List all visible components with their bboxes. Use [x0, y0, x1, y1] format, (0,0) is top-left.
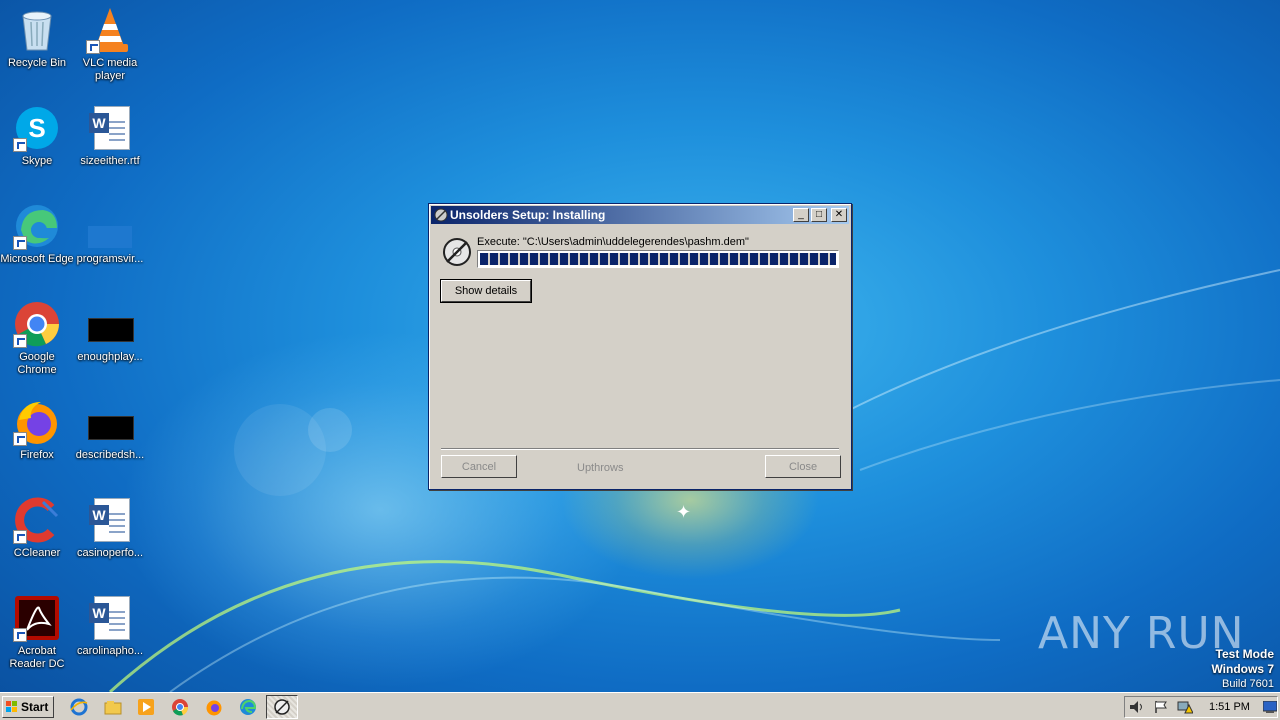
- show-details-button[interactable]: Show details: [440, 279, 532, 303]
- chrome-icon: [13, 300, 61, 348]
- desktop-icon-label: Firefox: [20, 449, 54, 461]
- shortcut-arrow-icon: [13, 432, 27, 446]
- skype-icon: S: [13, 104, 61, 152]
- desktop-icon-label: casinoperfo...: [76, 547, 144, 559]
- dialog-titlebar[interactable]: Unsolders Setup: Installing _ □ ✕: [431, 206, 849, 224]
- dialog-separator: [441, 448, 839, 450]
- desktop-icon-ccleaner[interactable]: CCleaner: [0, 496, 74, 560]
- shortcut-arrow-icon: [13, 236, 27, 250]
- os-label: Windows 7: [1211, 662, 1274, 676]
- desktop-icon-vlc[interactable]: VLC media player: [73, 6, 147, 83]
- word-document-icon: W: [86, 496, 134, 544]
- installer-disc-icon: [443, 238, 471, 266]
- cancel-button[interactable]: Cancel: [441, 455, 517, 478]
- chrome-icon[interactable]: [171, 698, 189, 716]
- progress-fill: [480, 253, 836, 265]
- shortcut-arrow-icon: [13, 530, 27, 544]
- desktop-icon-carolinapho[interactable]: W carolinapho...: [73, 594, 147, 658]
- desktop-icon-describedsh[interactable]: describedsh...: [73, 398, 147, 462]
- shortcut-arrow-icon: [86, 40, 100, 54]
- desktop-icon-skype[interactable]: S Skype: [0, 104, 74, 168]
- firefox-icon: [13, 398, 61, 446]
- shortcut-arrow-icon: [13, 628, 27, 642]
- internet-explorer-icon[interactable]: [70, 698, 88, 716]
- system-tray: 1:51 PM: [1124, 696, 1278, 718]
- start-button[interactable]: Start: [2, 696, 54, 718]
- desktop-icon-casinoperfo[interactable]: W casinoperfo...: [73, 496, 147, 560]
- installer-icon: [434, 208, 448, 222]
- network-warning-icon[interactable]: [1177, 700, 1193, 714]
- shortcut-arrow-icon: [13, 334, 27, 348]
- desktop-icon-label: programsvir...: [76, 253, 144, 265]
- minimize-button[interactable]: _: [793, 208, 809, 222]
- file-icon: [86, 202, 134, 250]
- word-document-icon: W: [86, 594, 134, 642]
- desktop-icon-label: sizeeither.rtf: [80, 155, 140, 167]
- desktop-icon-label: VLC media player: [82, 57, 138, 82]
- desktop-icon-sizeeither[interactable]: W sizeeither.rtf: [73, 104, 147, 168]
- acrobat-reader-icon: [13, 594, 61, 642]
- recycle-bin-icon: [13, 6, 61, 54]
- desktop-icon-firefox[interactable]: Firefox: [0, 398, 74, 462]
- build-label: Build 7601: [1222, 678, 1274, 690]
- desktop-icon-label: Microsoft Edge: [0, 253, 74, 265]
- desktop-icon-programsvir[interactable]: programsvir...: [73, 202, 147, 266]
- clock[interactable]: 1:51 PM: [1209, 701, 1250, 713]
- maximize-button[interactable]: □: [811, 208, 827, 222]
- desktop-icon-acrobat[interactable]: Acrobat Reader DC: [0, 594, 74, 671]
- edge-icon[interactable]: [239, 698, 257, 716]
- desktop-icon-label: describedsh...: [75, 449, 145, 461]
- desktop-icon-label: Skype: [21, 155, 53, 167]
- desktop-icon-chrome[interactable]: Google Chrome: [0, 300, 74, 377]
- word-document-icon: W: [86, 104, 134, 152]
- svg-text:✦: ✦: [676, 502, 691, 523]
- explorer-icon[interactable]: [104, 698, 122, 716]
- windows-flag-icon: [6, 701, 17, 712]
- installer-branding: Upthrows: [577, 462, 624, 474]
- desktop-icon-label: Google Chrome: [17, 351, 57, 376]
- desktop-icon-label: carolinapho...: [76, 645, 144, 657]
- desktop-icon-edge[interactable]: Microsoft Edge: [0, 202, 74, 266]
- action-center-flag-icon[interactable]: [1153, 700, 1169, 714]
- file-icon: [86, 398, 134, 446]
- taskbar-installer-task[interactable]: [266, 695, 298, 719]
- taskbar: Start 1:51 PM: [0, 692, 1280, 720]
- start-label: Start: [21, 700, 49, 714]
- close-window-button[interactable]: ✕: [831, 208, 847, 222]
- desktop-icon-label: CCleaner: [13, 547, 61, 559]
- firefox-icon[interactable]: [205, 698, 223, 716]
- close-button[interactable]: Close: [765, 455, 841, 478]
- desktop-icon-label: enoughplay...: [77, 351, 143, 363]
- vlc-cone-icon: [86, 6, 134, 54]
- installer-icon: [274, 699, 290, 715]
- test-mode-label: Test Mode: [1215, 647, 1274, 661]
- volume-icon[interactable]: [1129, 700, 1145, 714]
- shortcut-arrow-icon: [13, 138, 27, 152]
- dialog-title: Unsolders Setup: Installing: [450, 208, 606, 222]
- file-icon: [86, 300, 134, 348]
- install-progress-bar: [477, 250, 839, 268]
- desktop-icon-recycle-bin[interactable]: Recycle Bin: [0, 6, 74, 70]
- ccleaner-icon: [13, 496, 61, 544]
- media-player-icon[interactable]: [137, 698, 155, 716]
- desktop-icon-label: Recycle Bin: [7, 57, 67, 69]
- test-mode-watermark: Test Mode Windows 7 Build 7601: [1211, 647, 1274, 691]
- svg-text:S: S: [28, 113, 45, 143]
- installer-dialog: Unsolders Setup: Installing _ □ ✕ Execut…: [428, 203, 852, 490]
- execute-status-text: Execute: "C:\Users\admin\uddelegerendes\…: [477, 236, 749, 248]
- desktop-icon-enoughplay[interactable]: enoughplay...: [73, 300, 147, 364]
- show-desktop-icon[interactable]: [1263, 701, 1277, 713]
- edge-icon: [13, 202, 61, 250]
- desktop-icon-label: Acrobat Reader DC: [9, 645, 65, 670]
